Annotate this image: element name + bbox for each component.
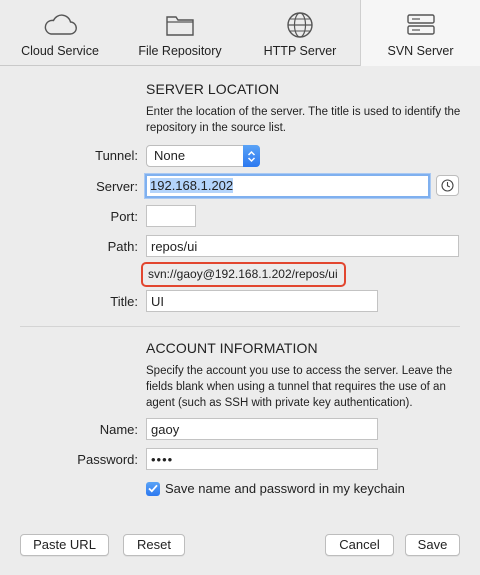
save-button[interactable]: Save <box>405 534 460 556</box>
account-heading: ACCOUNT INFORMATION <box>146 340 318 356</box>
port-field[interactable] <box>146 205 196 227</box>
checkmark-icon <box>148 484 158 493</box>
keychain-label: Save name and password in my keychain <box>165 481 405 496</box>
source-type-toolbar: Cloud Service File Repository HTTP Serve… <box>0 0 480 67</box>
port-label: Port: <box>110 209 138 224</box>
section-divider <box>20 326 460 327</box>
server-label: Server: <box>96 179 138 194</box>
tunnel-value: None <box>154 148 186 163</box>
account-description: Specify the account you use to access th… <box>146 365 453 409</box>
title-label: Title: <box>110 294 138 309</box>
server-field[interactable]: 192.168.1.202 <box>145 174 430 198</box>
tab-svn-server[interactable]: SVN Server <box>360 0 480 67</box>
reset-button[interactable]: Reset <box>123 534 185 556</box>
server-value: 192.168.1.202 <box>150 178 234 193</box>
name-field[interactable]: gaoy <box>146 418 378 440</box>
cloud-icon <box>42 11 78 39</box>
server-location-description: Enter the location of the server. The ti… <box>146 106 461 134</box>
path-label: Path: <box>107 239 138 254</box>
tunnel-popup[interactable]: None <box>146 145 260 167</box>
tab-label: SVN Server <box>387 44 454 58</box>
svn-server-form: SERVER LOCATION Enter the location of th… <box>0 66 480 575</box>
server-icon <box>406 11 436 39</box>
paste-url-button[interactable]: Paste URL <box>20 534 109 556</box>
tab-label: File Repository <box>138 44 222 58</box>
name-label: Name: <box>99 422 138 437</box>
recent-servers-button[interactable] <box>436 175 459 196</box>
folder-icon <box>165 11 195 39</box>
server-location-heading: SERVER LOCATION <box>146 81 280 97</box>
title-field[interactable]: UI <box>146 290 378 312</box>
url-preview: svn://gaoy@192.168.1.202/repos/ui <box>141 262 346 287</box>
chevron-updown-icon <box>243 145 260 167</box>
path-field[interactable]: repos/ui <box>146 235 459 257</box>
password-field[interactable]: •••• <box>146 448 378 470</box>
tab-file-repository[interactable]: File Repository <box>120 0 240 66</box>
clock-icon <box>441 179 454 192</box>
tunnel-label: Tunnel: <box>95 148 138 163</box>
globe-icon <box>286 11 314 39</box>
keychain-checkbox[interactable] <box>146 481 160 496</box>
password-label: Password: <box>77 452 138 467</box>
tab-http-server[interactable]: HTTP Server <box>240 0 360 66</box>
tab-label: HTTP Server <box>263 44 337 58</box>
tab-cloud-service[interactable]: Cloud Service <box>0 0 120 66</box>
keychain-option[interactable]: Save name and password in my keychain <box>146 481 405 496</box>
cancel-button[interactable]: Cancel <box>325 534 394 556</box>
tab-label: Cloud Service <box>21 44 99 58</box>
